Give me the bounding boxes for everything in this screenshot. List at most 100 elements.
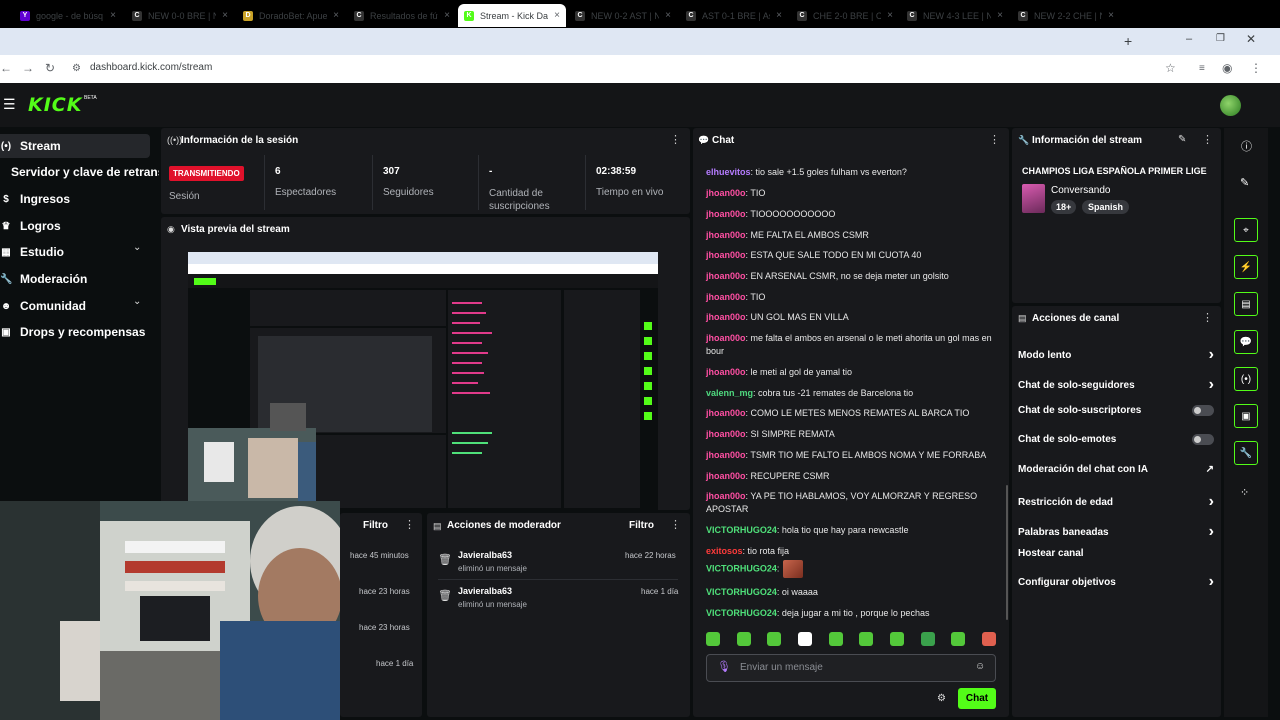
chat-username[interactable]: valenn_mg bbox=[706, 388, 753, 398]
tab-close-icon[interactable]: × bbox=[665, 10, 671, 21]
tab-close-icon[interactable]: × bbox=[554, 10, 560, 21]
stream-preview-video[interactable] bbox=[188, 252, 658, 510]
chevron-down-icon[interactable]: ⌄ bbox=[133, 242, 141, 253]
mod-filter-button[interactable]: Filtro bbox=[629, 520, 654, 531]
sidebar-item[interactable]: $ Ingresos bbox=[0, 187, 70, 211]
sidebar-item[interactable]: ♛ Logros bbox=[0, 214, 61, 238]
minimize-icon[interactable]: – bbox=[1186, 33, 1192, 45]
chat-username[interactable]: exitosos bbox=[706, 546, 743, 556]
hamburger-icon[interactable]: ☰ bbox=[3, 96, 16, 113]
chat-username[interactable]: jhoan00o bbox=[706, 491, 746, 501]
chat-username[interactable]: jhoan00o bbox=[706, 367, 746, 377]
chevron-right-icon[interactable]: › bbox=[1209, 573, 1214, 591]
chat-username[interactable]: jhoan00o bbox=[706, 429, 746, 439]
menu-icon[interactable]: ⋮ bbox=[1250, 61, 1262, 75]
sidebar-item[interactable]: ☻ Comunidad bbox=[0, 294, 86, 318]
emote-icon[interactable] bbox=[920, 632, 935, 646]
chevron-right-icon[interactable]: › bbox=[1209, 493, 1214, 511]
channel-action[interactable]: Hostear canal bbox=[1018, 548, 1214, 559]
chat-username[interactable]: jhoan00o bbox=[706, 450, 746, 460]
browser-tab[interactable]: C NEW 2-2 CHE | Ne × bbox=[1012, 4, 1120, 27]
chat-scrollbar[interactable] bbox=[1006, 485, 1008, 620]
tab-close-icon[interactable]: × bbox=[333, 10, 339, 21]
back-icon[interactable]: ← bbox=[0, 61, 12, 75]
emote-icon[interactable] bbox=[736, 632, 751, 646]
chat-username[interactable]: VICTORHUGO24 bbox=[706, 525, 777, 535]
browser-tab[interactable]: D DoradoBet: Apue × bbox=[237, 4, 345, 27]
microphone-icon[interactable]: 🎙 bbox=[717, 660, 731, 673]
category-name[interactable]: Conversando bbox=[1051, 185, 1110, 196]
kick-logo[interactable]: KICK bbox=[28, 94, 82, 116]
tab-close-icon[interactable]: × bbox=[887, 10, 893, 21]
chat-username[interactable]: jhoan00o bbox=[706, 312, 746, 322]
tab-close-icon[interactable]: × bbox=[110, 10, 116, 21]
chat-username[interactable]: jhoan00o bbox=[706, 471, 746, 481]
channel-action[interactable]: Chat de solo-suscriptores bbox=[1018, 405, 1214, 416]
activity-filter-button[interactable]: Filtro bbox=[363, 520, 388, 531]
activity-menu-icon[interactable]: ⋮ bbox=[404, 518, 415, 531]
external-link-icon[interactable]: ↗ bbox=[1206, 464, 1214, 475]
new-tab-button[interactable]: + bbox=[1124, 33, 1132, 49]
toggle-switch[interactable] bbox=[1192, 405, 1214, 416]
chat-username[interactable]: jhoan00o bbox=[706, 250, 746, 260]
channel-action[interactable]: Palabras baneadas › bbox=[1018, 523, 1214, 541]
chat-username[interactable]: VICTORHUGO24 bbox=[706, 608, 777, 618]
profile-icon[interactable]: ◉ bbox=[1222, 61, 1232, 75]
emote-icon[interactable] bbox=[797, 632, 812, 646]
emote-icon[interactable] bbox=[951, 632, 966, 646]
browser-tab[interactable]: C NEW 4-3 LEE | Ne × bbox=[901, 4, 1009, 27]
chat-username[interactable]: elhuevitos bbox=[706, 167, 751, 177]
chat-username[interactable]: VICTORHUGO24 bbox=[706, 587, 777, 597]
sidebar-item[interactable]: (•) Stream bbox=[0, 134, 150, 158]
session-menu-icon[interactable]: ⋮ bbox=[670, 133, 681, 146]
apps-icon[interactable]: ⁘ bbox=[1240, 486, 1249, 499]
tab-close-icon[interactable]: × bbox=[776, 10, 782, 21]
channel-action[interactable]: Chat de solo-emotes bbox=[1018, 434, 1214, 445]
chat-username[interactable]: jhoan00o bbox=[706, 188, 746, 198]
edit-pencil-icon[interactable]: ✎ bbox=[1178, 134, 1186, 145]
channel-action[interactable]: Configurar objetivos › bbox=[1018, 573, 1214, 591]
chat-settings-icon[interactable]: ⚙ bbox=[937, 693, 946, 704]
browser-tab[interactable]: C Resultados de fút × bbox=[348, 4, 456, 27]
reload-icon[interactable]: ↻ bbox=[45, 61, 55, 75]
channel-action[interactable]: Modo lento › bbox=[1018, 346, 1214, 364]
focus-mode-icon[interactable]: ⌖ bbox=[1234, 218, 1258, 242]
chevron-right-icon[interactable]: › bbox=[1209, 346, 1214, 364]
channel-action[interactable]: Moderación del chat con IA ↗ bbox=[1018, 464, 1214, 475]
emote-icon[interactable] bbox=[859, 632, 874, 646]
tab-close-icon[interactable]: × bbox=[222, 10, 228, 21]
chevron-right-icon[interactable]: › bbox=[1209, 376, 1214, 394]
sidebar-item[interactable]: ▦ Estudio bbox=[0, 240, 64, 264]
wrench-icon[interactable]: 🔧 bbox=[1234, 441, 1258, 465]
emote-icon[interactable] bbox=[828, 632, 843, 646]
mod-menu-icon[interactable]: ⋮ bbox=[670, 518, 681, 531]
url-input[interactable]: dashboard.kick.com/stream bbox=[90, 62, 212, 73]
mod-shield-icon[interactable]: ▣ bbox=[1234, 404, 1258, 428]
browser-tab[interactable]: C NEW 0-2 AST | Ne × bbox=[569, 4, 677, 27]
chat-input[interactable]: Enviar un mensaje bbox=[740, 662, 823, 673]
close-window-icon[interactable]: ✕ bbox=[1246, 32, 1256, 46]
browser-tab[interactable]: Ygoogle - de búsq × bbox=[14, 4, 122, 27]
chat-menu-icon[interactable]: ⋮ bbox=[989, 133, 1000, 146]
chat-username[interactable]: jhoan00o bbox=[706, 408, 746, 418]
emote-icon[interactable] bbox=[889, 632, 904, 646]
tab-search-icon[interactable]: ≡ bbox=[1199, 63, 1205, 74]
site-info-icon[interactable]: ⚙ bbox=[72, 63, 81, 74]
browser-tab[interactable]: C AST 0-1 BRE | Asto × bbox=[680, 4, 788, 27]
channel-action[interactable]: Chat de solo-seguidores › bbox=[1018, 376, 1214, 394]
chevron-right-icon[interactable]: › bbox=[1209, 523, 1214, 541]
maximize-icon[interactable]: ❐ bbox=[1216, 33, 1225, 44]
forward-icon[interactable]: → bbox=[22, 61, 34, 75]
category-thumbnail[interactable] bbox=[1022, 184, 1045, 213]
sidebar-item[interactable]: ▣ Drops y recompensas bbox=[0, 320, 145, 344]
chat-username[interactable]: jhoan00o bbox=[706, 230, 746, 240]
tab-close-icon[interactable]: × bbox=[1108, 10, 1114, 21]
chat-username[interactable]: jhoan00o bbox=[706, 292, 746, 302]
send-chat-button[interactable]: Chat bbox=[958, 688, 996, 709]
mod-user[interactable]: Javieralba63 bbox=[458, 550, 512, 560]
chat-username[interactable]: jhoan00o bbox=[706, 333, 746, 343]
edit-pencil-icon[interactable]: ✎ bbox=[1240, 176, 1249, 189]
chat-username[interactable]: VICTORHUGO24 bbox=[706, 563, 777, 573]
emote-icon[interactable] bbox=[981, 632, 996, 646]
chat-username[interactable]: jhoan00o bbox=[706, 209, 746, 219]
